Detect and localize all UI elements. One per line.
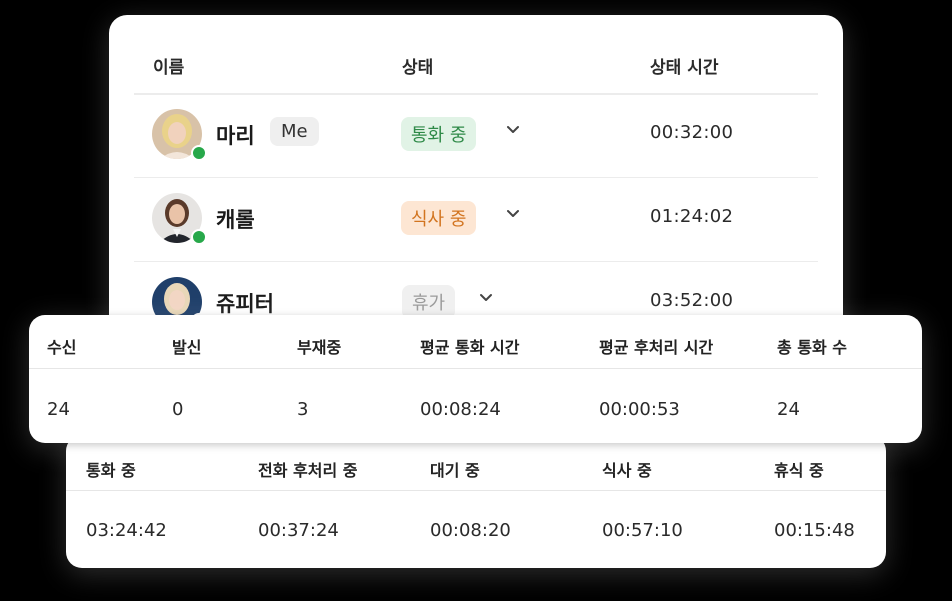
status-pill[interactable]: 휴가 — [402, 285, 456, 319]
status-time: 01:24:02 — [650, 206, 734, 227]
online-status-dot — [191, 145, 207, 161]
summary-header-cell: 수신 — [47, 338, 77, 357]
summary-value: 3 — [297, 399, 309, 420]
agent-status-card: 이름 상태 상태 시간 마리 Me 통화 중 00:32:00 캐롤 식사 중 … — [109, 15, 843, 345]
breakdown-value: 00:15:48 — [774, 520, 855, 541]
agent-name: 마리 — [216, 124, 255, 148]
summary-header-cell: 부재중 — [297, 338, 342, 357]
online-status-dot — [191, 229, 207, 245]
chevron-down-icon[interactable] — [503, 119, 523, 139]
chevron-down-icon[interactable] — [476, 287, 496, 307]
summary-value: 24 — [777, 399, 800, 420]
breakdown-header-cell: 휴식 중 — [774, 461, 824, 480]
status-time-breakdown-card: 통화 중 전화 후처리 중 대기 중 식사 중 휴식 중 03:24:42 00… — [66, 435, 886, 568]
agent-table-header: 이름 상태 상태 시간 — [134, 15, 818, 95]
summary-header-cell: 발신 — [172, 338, 202, 357]
me-badge: Me — [270, 117, 319, 146]
breakdown-header-cell: 대기 중 — [430, 461, 480, 480]
agent-row[interactable]: 캐롤 식사 중 01:24:02 — [134, 177, 818, 262]
summary-header-cell: 평균 후처리 시간 — [599, 338, 714, 357]
agent-name: 쥬피터 — [216, 292, 274, 316]
summary-header-cell: 평균 통화 시간 — [420, 338, 520, 357]
summary-value: 00:00:53 — [599, 399, 680, 420]
breakdown-header-cell: 통화 중 — [86, 461, 136, 480]
breakdown-header-cell: 전화 후처리 중 — [258, 461, 358, 480]
call-summary-card: 수신 발신 부재중 평균 통화 시간 평균 후처리 시간 총 통화 수 24 0… — [29, 315, 922, 443]
status-pill[interactable]: 통화 중 — [401, 117, 477, 151]
breakdown-value: 00:57:10 — [602, 520, 683, 541]
summary-value: 0 — [172, 399, 184, 420]
chevron-down-icon[interactable] — [503, 203, 523, 223]
status-time: 00:32:00 — [650, 122, 734, 143]
header-status: 상태 — [402, 58, 434, 78]
summary-value: 00:08:24 — [420, 399, 501, 420]
summary-header-cell: 총 통화 수 — [777, 338, 848, 357]
header-name: 이름 — [153, 58, 185, 78]
summary-value: 24 — [47, 399, 70, 420]
header-status-time: 상태 시간 — [650, 58, 719, 78]
breakdown-value: 03:24:42 — [86, 520, 167, 541]
breakdown-value: 00:37:24 — [258, 520, 339, 541]
status-time: 03:52:00 — [650, 290, 734, 311]
breakdown-header-cell: 식사 중 — [602, 461, 652, 480]
status-pill[interactable]: 식사 중 — [401, 201, 477, 235]
agent-name: 캐롤 — [216, 208, 255, 232]
breakdown-value: 00:08:20 — [430, 520, 511, 541]
agent-row[interactable]: 마리 Me 통화 중 00:32:00 — [134, 93, 818, 178]
